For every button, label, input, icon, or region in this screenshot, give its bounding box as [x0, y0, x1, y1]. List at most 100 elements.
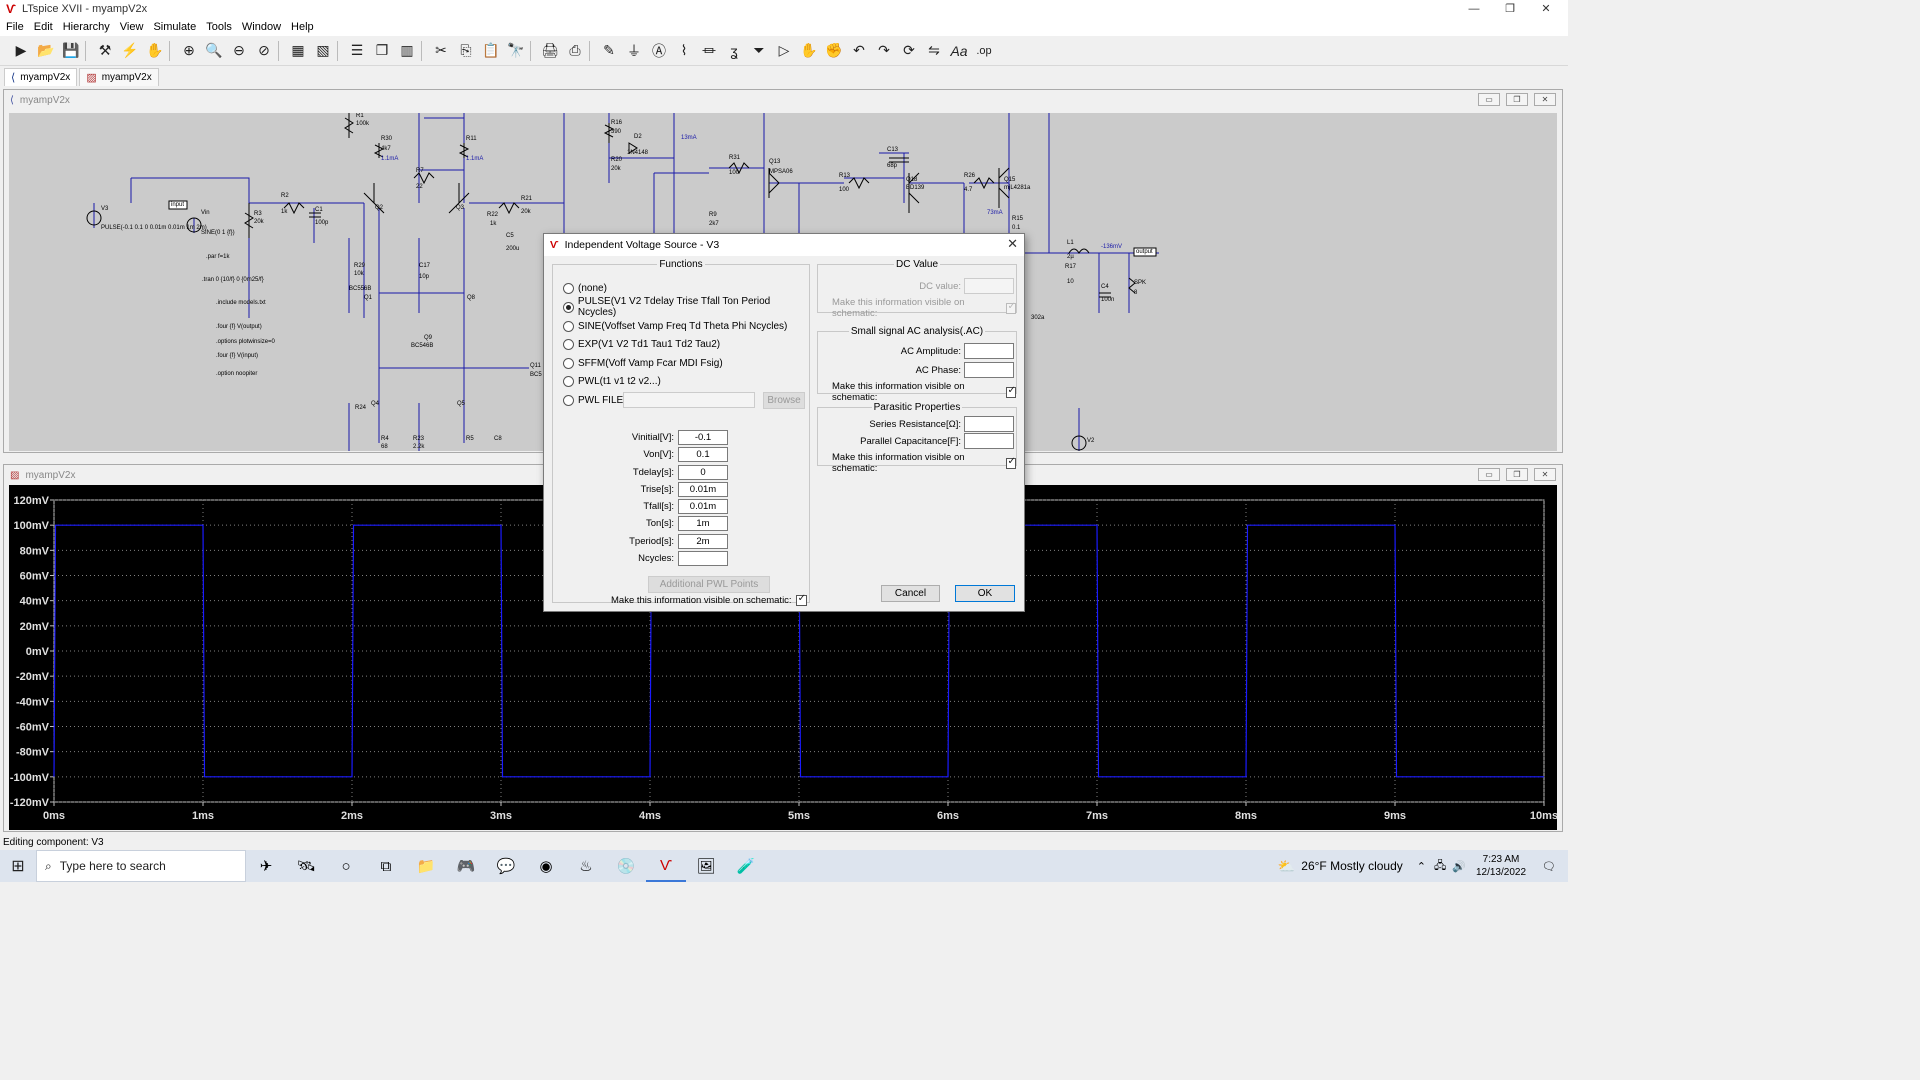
parasitic-visible-checkbox[interactable] [1005, 456, 1016, 469]
series-resistance-input[interactable] [964, 416, 1014, 432]
radio-button[interactable] [563, 338, 574, 350]
radio-button[interactable] [563, 375, 574, 387]
minimize-button[interactable]: — [1456, 0, 1492, 18]
tdelay-input[interactable]: 0 [678, 465, 728, 480]
ltspice-taskbar-icon[interactable]: Ѵ [646, 850, 686, 882]
browse-button[interactable]: Browse [763, 392, 805, 409]
mdi-minimize-button[interactable]: ▭ [1478, 93, 1500, 106]
autorange-icon[interactable]: ▦ [287, 40, 309, 62]
undo-icon[interactable]: ↶ [848, 40, 870, 62]
photos-icon[interactable]: 🖼 [686, 850, 726, 882]
ac-phase-input[interactable] [964, 362, 1014, 378]
copy-icon[interactable]: ⎘ [455, 40, 477, 62]
menu-help[interactable]: Help [291, 21, 314, 33]
function-sffm-radio[interactable]: SFFM(Voff Vamp Fcar MDI Fsig) [563, 355, 723, 371]
chrome-icon[interactable]: ◉ [526, 850, 566, 882]
menu-tools[interactable]: Tools [206, 21, 232, 33]
taskbar-search[interactable]: ⌕ Type here to search [36, 850, 246, 882]
drag-icon[interactable]: ✊ [823, 40, 845, 62]
task-view-icon[interactable]: ⧉ [366, 850, 406, 882]
function-none-radio[interactable]: (none) [563, 280, 607, 296]
spice-directive-icon[interactable]: .op [973, 40, 995, 62]
radio-button[interactable] [563, 394, 574, 406]
tile-horizontal-icon[interactable]: ☰ [346, 40, 368, 62]
spice-directive[interactable]: .option noopiter [216, 371, 257, 377]
tperiod-input[interactable]: 2m [678, 534, 728, 549]
save-icon[interactable]: 💾 [60, 40, 82, 62]
additional-pwl-button[interactable]: Additional PWL Points [648, 576, 770, 593]
spice-directive[interactable]: .four {f} V(input) [216, 353, 258, 359]
trise-input[interactable]: 0.01m [678, 482, 728, 497]
spice-directive[interactable]: .tran 0 {10/f} 0 {0m25/f} [202, 277, 264, 283]
cortana-icon[interactable]: ○ [326, 850, 366, 882]
cut-icon[interactable]: ✂ [430, 40, 452, 62]
spice-directive[interactable]: PULSE(-0.1 0.1 0 0.01m 0.01m 1m 2m) [101, 225, 207, 231]
vinitial-input[interactable]: -0.1 [678, 430, 728, 445]
misc-app-icon[interactable]: 🧪 [726, 850, 766, 882]
function-sine-radio[interactable]: SINE(Voffset Vamp Freq Td Theta Phi Ncyc… [563, 318, 787, 334]
text-icon[interactable]: Aa [948, 40, 970, 62]
ac-amplitude-input[interactable] [964, 343, 1014, 359]
spice-directive[interactable]: SINE(0 1 {f}) [201, 230, 235, 236]
plane-app-icon[interactable]: ✈ [246, 850, 286, 882]
capacitor-icon[interactable]: ⏛ [698, 40, 720, 62]
mdi-close-button[interactable]: ✕ [1534, 468, 1556, 481]
function-pulse-radio[interactable]: PULSE(V1 V2 Tdelay Trise Tfall Ton Perio… [563, 296, 809, 318]
ac-visible-checkbox[interactable] [1005, 385, 1016, 398]
ton-input[interactable]: 1m [678, 516, 728, 531]
cancel-button[interactable]: Cancel [881, 585, 940, 602]
run-icon[interactable]: ▶ [10, 40, 32, 62]
component-icon[interactable]: ▷ [773, 40, 795, 62]
label-icon[interactable]: Ⓐ [648, 40, 670, 62]
spectrum-icon[interactable]: ▧ [312, 40, 334, 62]
resistor-icon[interactable]: ⌇ [673, 40, 695, 62]
dialog-close-button[interactable]: ✕ [1007, 237, 1018, 251]
spice-directive[interactable]: .options plotwinsize=0 [216, 339, 275, 345]
radio-button[interactable] [563, 301, 574, 313]
zoom-area-icon[interactable]: 🔍 [203, 40, 225, 62]
restore-button[interactable]: ❐ [1492, 0, 1528, 18]
zoom-in-icon[interactable]: ⊕ [178, 40, 200, 62]
halt-icon[interactable]: ⚡ [119, 40, 141, 62]
tab-waveform[interactable]: ▨ myampV2x [79, 68, 159, 86]
zoom-cancel-icon[interactable]: ⊘ [253, 40, 275, 62]
menu-hierarchy[interactable]: Hierarchy [63, 21, 110, 33]
ground-icon[interactable]: ⏚ [623, 40, 645, 62]
volume-icon[interactable]: 🔊 [1452, 860, 1466, 873]
open-icon[interactable]: 📂 [35, 40, 57, 62]
close-button[interactable]: ✕ [1528, 0, 1564, 18]
inductor-icon[interactable]: ʓ [723, 40, 745, 62]
spice-directive[interactable]: .par f=1k [206, 254, 230, 260]
dc-value-input[interactable] [964, 278, 1014, 294]
print-preview-icon[interactable]: ⎙ [564, 40, 586, 62]
function-exp-radio[interactable]: EXP(V1 V2 Td1 Tau1 Td2 Tau2) [563, 336, 720, 352]
wire-icon[interactable]: ✎ [598, 40, 620, 62]
steam-icon[interactable]: ♨ [566, 850, 606, 882]
ok-button[interactable]: OK [955, 585, 1015, 602]
file-explorer-icon[interactable]: 📁 [406, 850, 446, 882]
notification-icon[interactable]: 🗨 [1542, 860, 1556, 873]
menu-edit[interactable]: Edit [34, 21, 53, 33]
net-label-output[interactable]: output [1136, 249, 1153, 255]
von-input[interactable]: 0.1 [678, 447, 728, 462]
parallel-capacitance-input[interactable] [964, 433, 1014, 449]
disc-app-icon[interactable]: 💿 [606, 850, 646, 882]
function-pwl-radio[interactable]: PWL(t1 v1 t2 v2...) [563, 373, 661, 389]
network-icon[interactable]: 🖧 [1434, 857, 1446, 876]
chevron-up-icon[interactable]: ⌃ [1417, 860, 1426, 873]
net-label-input[interactable]: input [171, 202, 184, 208]
diode-icon[interactable]: ⏷ [748, 40, 770, 62]
functions-visible-checkbox[interactable] [795, 593, 807, 606]
rotate-icon[interactable]: ⟳ [898, 40, 920, 62]
print-icon[interactable]: 🖨 [539, 40, 561, 62]
tile-vertical-icon[interactable]: ▥ [396, 40, 418, 62]
zoom-out-icon[interactable]: ⊖ [228, 40, 250, 62]
radio-button[interactable] [563, 357, 574, 369]
ncycles-input[interactable] [678, 551, 728, 566]
paste-icon[interactable]: 📋 [480, 40, 502, 62]
redo-icon[interactable]: ↷ [873, 40, 895, 62]
find-icon[interactable]: 🔭 [505, 40, 527, 62]
spice-directive[interactable]: .include models.txt [216, 300, 266, 306]
move-icon[interactable]: ✋ [798, 40, 820, 62]
chat-app-icon[interactable]: 💬 [486, 850, 526, 882]
